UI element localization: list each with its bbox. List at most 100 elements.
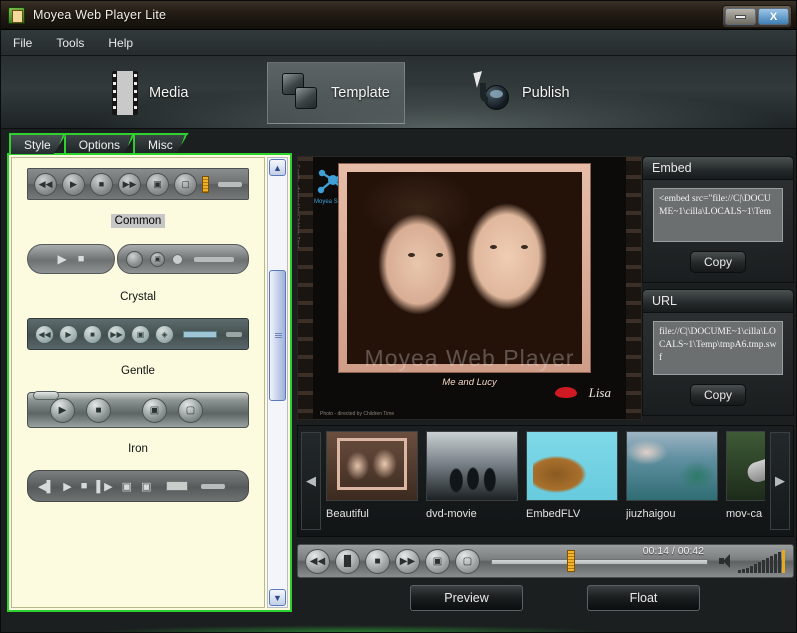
rewind-icon: ◀◀	[35, 324, 54, 344]
left-arrow-icon[interactable]: ◀	[301, 432, 321, 530]
style-list-item[interactable]: ◀▌ ▶ ■ ▌▶ ▣ ▣	[12, 460, 264, 506]
style-name: Crystal	[120, 291, 156, 303]
stop-icon: ■	[86, 397, 111, 423]
thumbnail-label: dvd-movie	[426, 508, 477, 520]
tab-options[interactable]: Options	[64, 133, 136, 154]
menu-item-help[interactable]: Help	[105, 34, 136, 52]
play-icon: ▶	[57, 252, 67, 266]
thumbnail-item[interactable]: dvd-movie	[426, 431, 518, 533]
style-name	[240, 492, 248, 494]
slider-knob-icon	[33, 391, 59, 400]
slider-knob-icon	[172, 253, 183, 265]
play-icon: ▶	[59, 324, 78, 344]
title-bar: Moyea Web Player Lite X	[1, 1, 796, 30]
preview-stage[interactable]: Moyea Software Family - directed by Chil…	[297, 156, 642, 420]
seek-track	[491, 559, 708, 565]
close-button[interactable]: X	[758, 8, 789, 25]
time-display: 00:14 / 00:42	[642, 545, 704, 557]
thumbnail-label: mov-ca	[726, 508, 763, 520]
fullscreen-icon: ◈	[155, 324, 174, 344]
style-list-item[interactable]: ◀◀ ▶ ■ ▶▶ ▣ ◈ Gentle	[12, 308, 264, 382]
fullscreen-icon: ▢	[174, 172, 197, 196]
stacked-squares-icon	[282, 73, 320, 113]
tab-misc[interactable]: Misc	[133, 133, 189, 154]
style-list-scrollbar[interactable]: ▲ ▼	[267, 157, 288, 608]
style-name: Common	[110, 214, 166, 228]
chevron-up-icon[interactable]: ▲	[269, 159, 286, 176]
volume-track	[218, 181, 242, 187]
thumbnail-item[interactable]: EmbedFLV	[526, 431, 618, 533]
play-icon: ▶	[63, 480, 72, 493]
embed-copy-button[interactable]: Copy	[690, 251, 746, 273]
chevron-down-icon[interactable]: ▼	[269, 589, 286, 606]
embed-group: Embed <embed src="file://C|\DOCUME~1\cil…	[642, 156, 794, 283]
volume-fill	[166, 481, 189, 491]
style-preview-gentle: ◀◀ ▶ ■ ▶▶ ▣ ◈	[27, 318, 249, 350]
thumbnail-item[interactable]: Beautiful	[326, 431, 418, 533]
thumbnail-label: jiuzhaigou	[626, 508, 676, 520]
nav-label-template: Template	[331, 85, 390, 101]
pause-button[interactable]: ▐▌	[335, 548, 360, 574]
menu-bar: File Tools Help	[1, 30, 796, 56]
seek-bar[interactable]: 00:14 / 00:42	[491, 545, 708, 574]
float-button[interactable]: Float	[587, 585, 700, 611]
url-copy-button[interactable]: Copy	[690, 384, 746, 406]
volume-knob	[202, 175, 209, 193]
tab-bar: Style Options Misc	[9, 132, 186, 154]
url-field[interactable]: file://C|\DOCUME~1\cilla\LOCALS~1\Temp\t…	[653, 321, 783, 375]
embed-code-field[interactable]: <embed src="file://C|\DOCUME~1\cilla\LOC…	[653, 188, 783, 242]
style-list-item[interactable]: ▶ ■ ▣ ▢ Iron	[12, 382, 264, 460]
thumbnail-label: Beautiful	[326, 508, 369, 520]
minimize-button[interactable]	[725, 8, 756, 25]
thumbnail-image	[626, 431, 718, 501]
style-name: Iron	[128, 443, 148, 455]
stage-signature: Lisa	[588, 385, 611, 400]
stage-footer-credit: Photo - directed by Children Time	[320, 411, 395, 417]
thumbnail-image	[526, 431, 618, 501]
style-list-item[interactable]: ▶ ■ ▣ Crystal	[12, 232, 264, 308]
embed-title: Embed	[642, 156, 794, 180]
fullscreen-icon: ▢	[178, 397, 203, 423]
split-view-icon: ▣	[150, 251, 165, 267]
split-view-icon: ▣	[146, 172, 169, 196]
menu-item-file[interactable]: File	[10, 34, 35, 52]
thumbnail-item[interactable]: mov-ca	[726, 431, 765, 533]
bottom-glow	[1, 622, 796, 632]
nav-item-publish[interactable]: Publish	[459, 62, 584, 124]
fullscreen-button[interactable]: ▢	[455, 548, 480, 574]
globe-cursor-icon	[473, 71, 511, 114]
thumbnail-list: Beautiful dvd-movie EmbedFLV jiuzhaigou …	[326, 431, 765, 533]
volume-control[interactable]	[719, 549, 793, 573]
preview-photo	[347, 172, 582, 364]
rewind-icon: ◀▌	[38, 480, 55, 493]
right-arrow-icon[interactable]: ▶	[770, 432, 790, 530]
rewind-button[interactable]: ◀◀	[305, 548, 330, 574]
seek-knob[interactable]	[566, 550, 575, 572]
style-preview-iron: ▶ ■ ▣ ▢	[27, 391, 249, 428]
style-preview-flat: ◀▌ ▶ ■ ▌▶ ▣ ▣	[27, 470, 249, 502]
fast-forward-button[interactable]: ▶▶	[395, 548, 420, 574]
split-view-icon: ▣	[121, 480, 133, 493]
nav-item-template[interactable]: Template	[267, 62, 405, 124]
preview-button[interactable]: Preview	[410, 585, 523, 611]
split-view-button[interactable]: ▣	[425, 548, 450, 574]
scrollbar-thumb[interactable]	[269, 270, 286, 401]
thumbnail-item[interactable]: jiuzhaigou	[626, 431, 718, 533]
stop-button[interactable]: ■	[365, 548, 390, 574]
stop-icon: ■	[83, 324, 102, 344]
menu-item-tools[interactable]: Tools	[53, 34, 87, 52]
app-window: Moyea Web Player Lite X File Tools Help …	[0, 0, 797, 633]
photo-frame	[338, 163, 591, 373]
window-controls: X	[722, 5, 792, 28]
nav-label-media: Media	[149, 85, 189, 101]
thumbnail-image	[326, 431, 418, 501]
tab-style[interactable]: Style	[9, 133, 67, 154]
url-title: URL	[642, 289, 794, 313]
style-list[interactable]: ◀◀ ▶ ■ ▶▶ ▣ ▢ Common ▶ ■ ▣ Crystal ◀◀ ▶ …	[11, 157, 265, 608]
window-title: Moyea Web Player Lite	[33, 8, 167, 22]
rewind-icon: ◀◀	[34, 172, 57, 196]
nav-item-media[interactable]: Media	[98, 62, 203, 124]
volume-fill	[183, 330, 217, 338]
style-list-item[interactable]: ◀◀ ▶ ■ ▶▶ ▣ ▢ Common	[12, 158, 264, 232]
stop-icon: ■	[77, 253, 85, 265]
